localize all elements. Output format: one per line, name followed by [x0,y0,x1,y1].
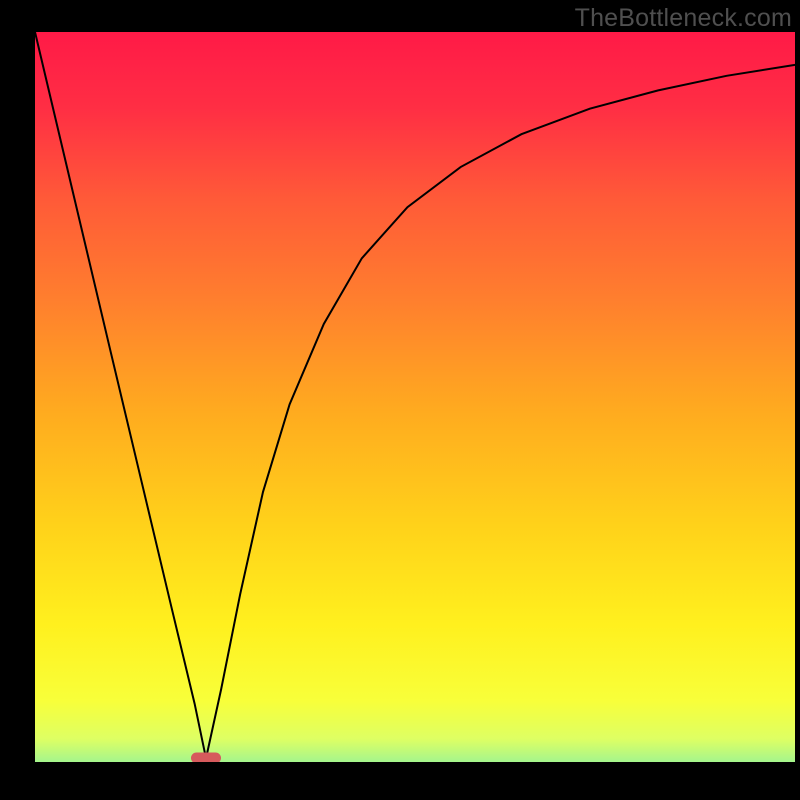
curve [35,32,795,762]
plot-area [35,32,795,762]
curve-left-branch [35,32,206,758]
curve-right-branch [206,65,795,759]
chart-frame: TheBottleneck.com [0,0,800,800]
watermark-text: TheBottleneck.com [575,4,792,33]
